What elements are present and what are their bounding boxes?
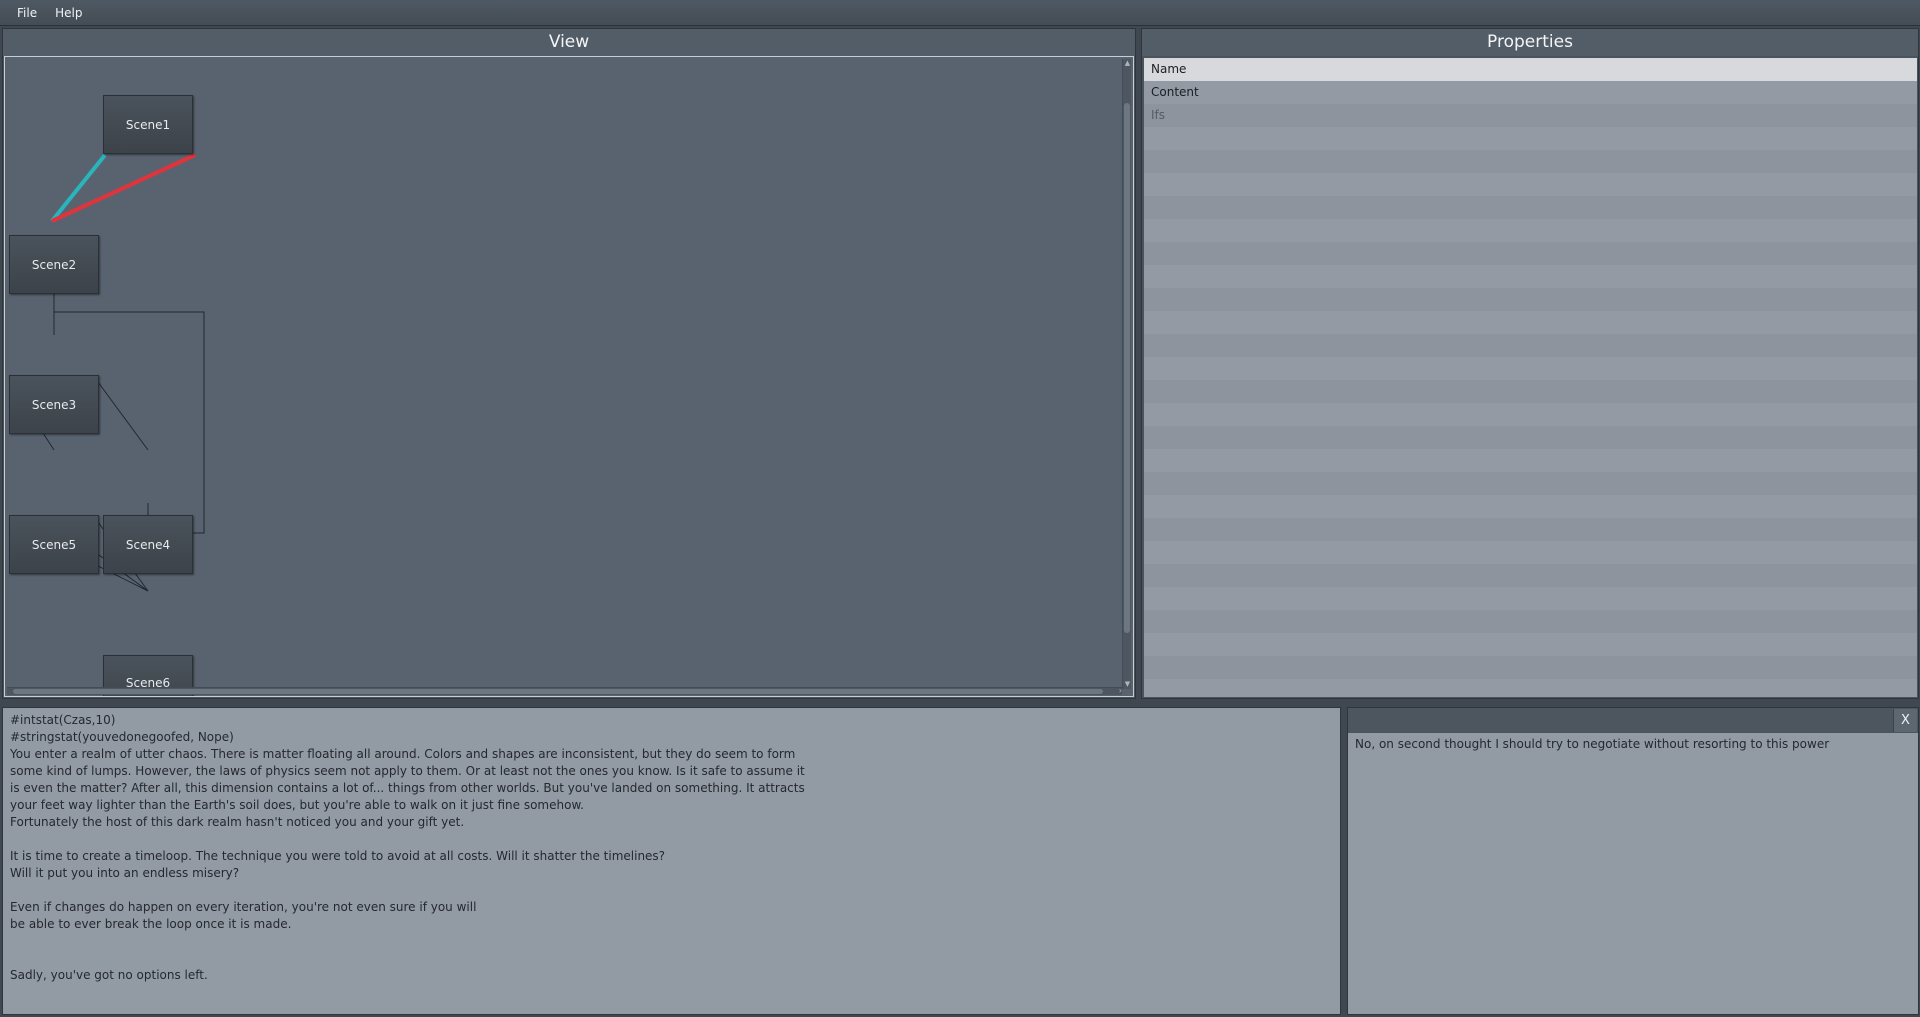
property-row-empty	[1144, 633, 1917, 656]
property-row-empty	[1144, 288, 1917, 311]
property-row-empty	[1144, 334, 1917, 357]
node-scene2[interactable]: Scene2	[9, 235, 99, 294]
choice-text[interactable]: No, on second thought I should try to ne…	[1355, 737, 1829, 751]
property-row-empty	[1144, 679, 1917, 697]
property-row-empty	[1144, 587, 1917, 610]
property-row-empty	[1144, 150, 1917, 173]
view-panel: View Scene1 Scene2 Scene3 Scene5 Scene4 …	[2, 28, 1136, 699]
property-row-empty	[1144, 380, 1917, 403]
property-row-empty	[1144, 518, 1917, 541]
properties-panel: Properties Name Content Ifs	[1141, 28, 1919, 699]
scroll-up-icon[interactable]: ▲	[1123, 59, 1132, 68]
property-row-empty	[1144, 311, 1917, 334]
node-scene3[interactable]: Scene3	[9, 375, 99, 434]
scroll-down-icon[interactable]: ▼	[1123, 680, 1132, 689]
property-row-empty	[1144, 219, 1917, 242]
graph-canvas[interactable]: Scene1 Scene2 Scene3 Scene5 Scene4 Scene…	[4, 56, 1134, 697]
properties-title: Properties	[1142, 29, 1918, 56]
vertical-scroll-thumb[interactable]	[1124, 103, 1130, 633]
edge-scene3-scene4	[97, 381, 149, 451]
property-row-empty	[1144, 610, 1917, 633]
menu-help[interactable]: Help	[46, 0, 91, 26]
property-row-empty	[1144, 173, 1917, 196]
edge-scene1-scene2-teal	[50, 153, 107, 223]
property-row-empty	[1144, 495, 1917, 518]
choice-panel: X No, on second thought I should try to …	[1347, 707, 1919, 1015]
property-row-empty	[1144, 242, 1917, 265]
scroll-right-icon[interactable]: ›	[1119, 686, 1122, 695]
property-row-name[interactable]: Name	[1144, 58, 1917, 81]
node-scene1[interactable]: Scene1	[103, 95, 193, 154]
property-row-empty	[1144, 564, 1917, 587]
menu-file[interactable]: File	[8, 0, 46, 26]
view-title: View	[3, 29, 1135, 56]
choice-header: X	[1348, 708, 1918, 733]
property-row-empty	[1144, 656, 1917, 679]
properties-list: Name Content Ifs	[1144, 58, 1917, 697]
property-row-ifs[interactable]: Ifs	[1144, 104, 1917, 127]
view-horizontal-scrollbar[interactable]: ›	[7, 686, 1122, 695]
node-scene4[interactable]: Scene4	[103, 515, 193, 574]
property-row-empty	[1144, 127, 1917, 150]
menu-bar: File Help	[0, 0, 1920, 26]
close-button[interactable]: X	[1893, 709, 1917, 732]
property-row-empty	[1144, 449, 1917, 472]
scene-content-editor[interactable]: #intstat(Czas,10) #stringstat(youvedoneg…	[2, 707, 1341, 1015]
node-scene5[interactable]: Scene5	[9, 515, 99, 574]
property-row-empty	[1144, 472, 1917, 495]
edge-scene1-scene2-red	[51, 153, 196, 223]
property-row-empty	[1144, 403, 1917, 426]
property-row-empty	[1144, 357, 1917, 380]
property-empty-rows	[1144, 127, 1917, 697]
property-row-empty	[1144, 196, 1917, 219]
property-row-content[interactable]: Content	[1144, 81, 1917, 104]
property-row-empty	[1144, 541, 1917, 564]
property-row-empty	[1144, 265, 1917, 288]
property-row-empty	[1144, 426, 1917, 449]
view-vertical-scrollbar[interactable]: ▲ ▼	[1122, 59, 1131, 689]
horizontal-scroll-thumb[interactable]	[13, 689, 1103, 694]
